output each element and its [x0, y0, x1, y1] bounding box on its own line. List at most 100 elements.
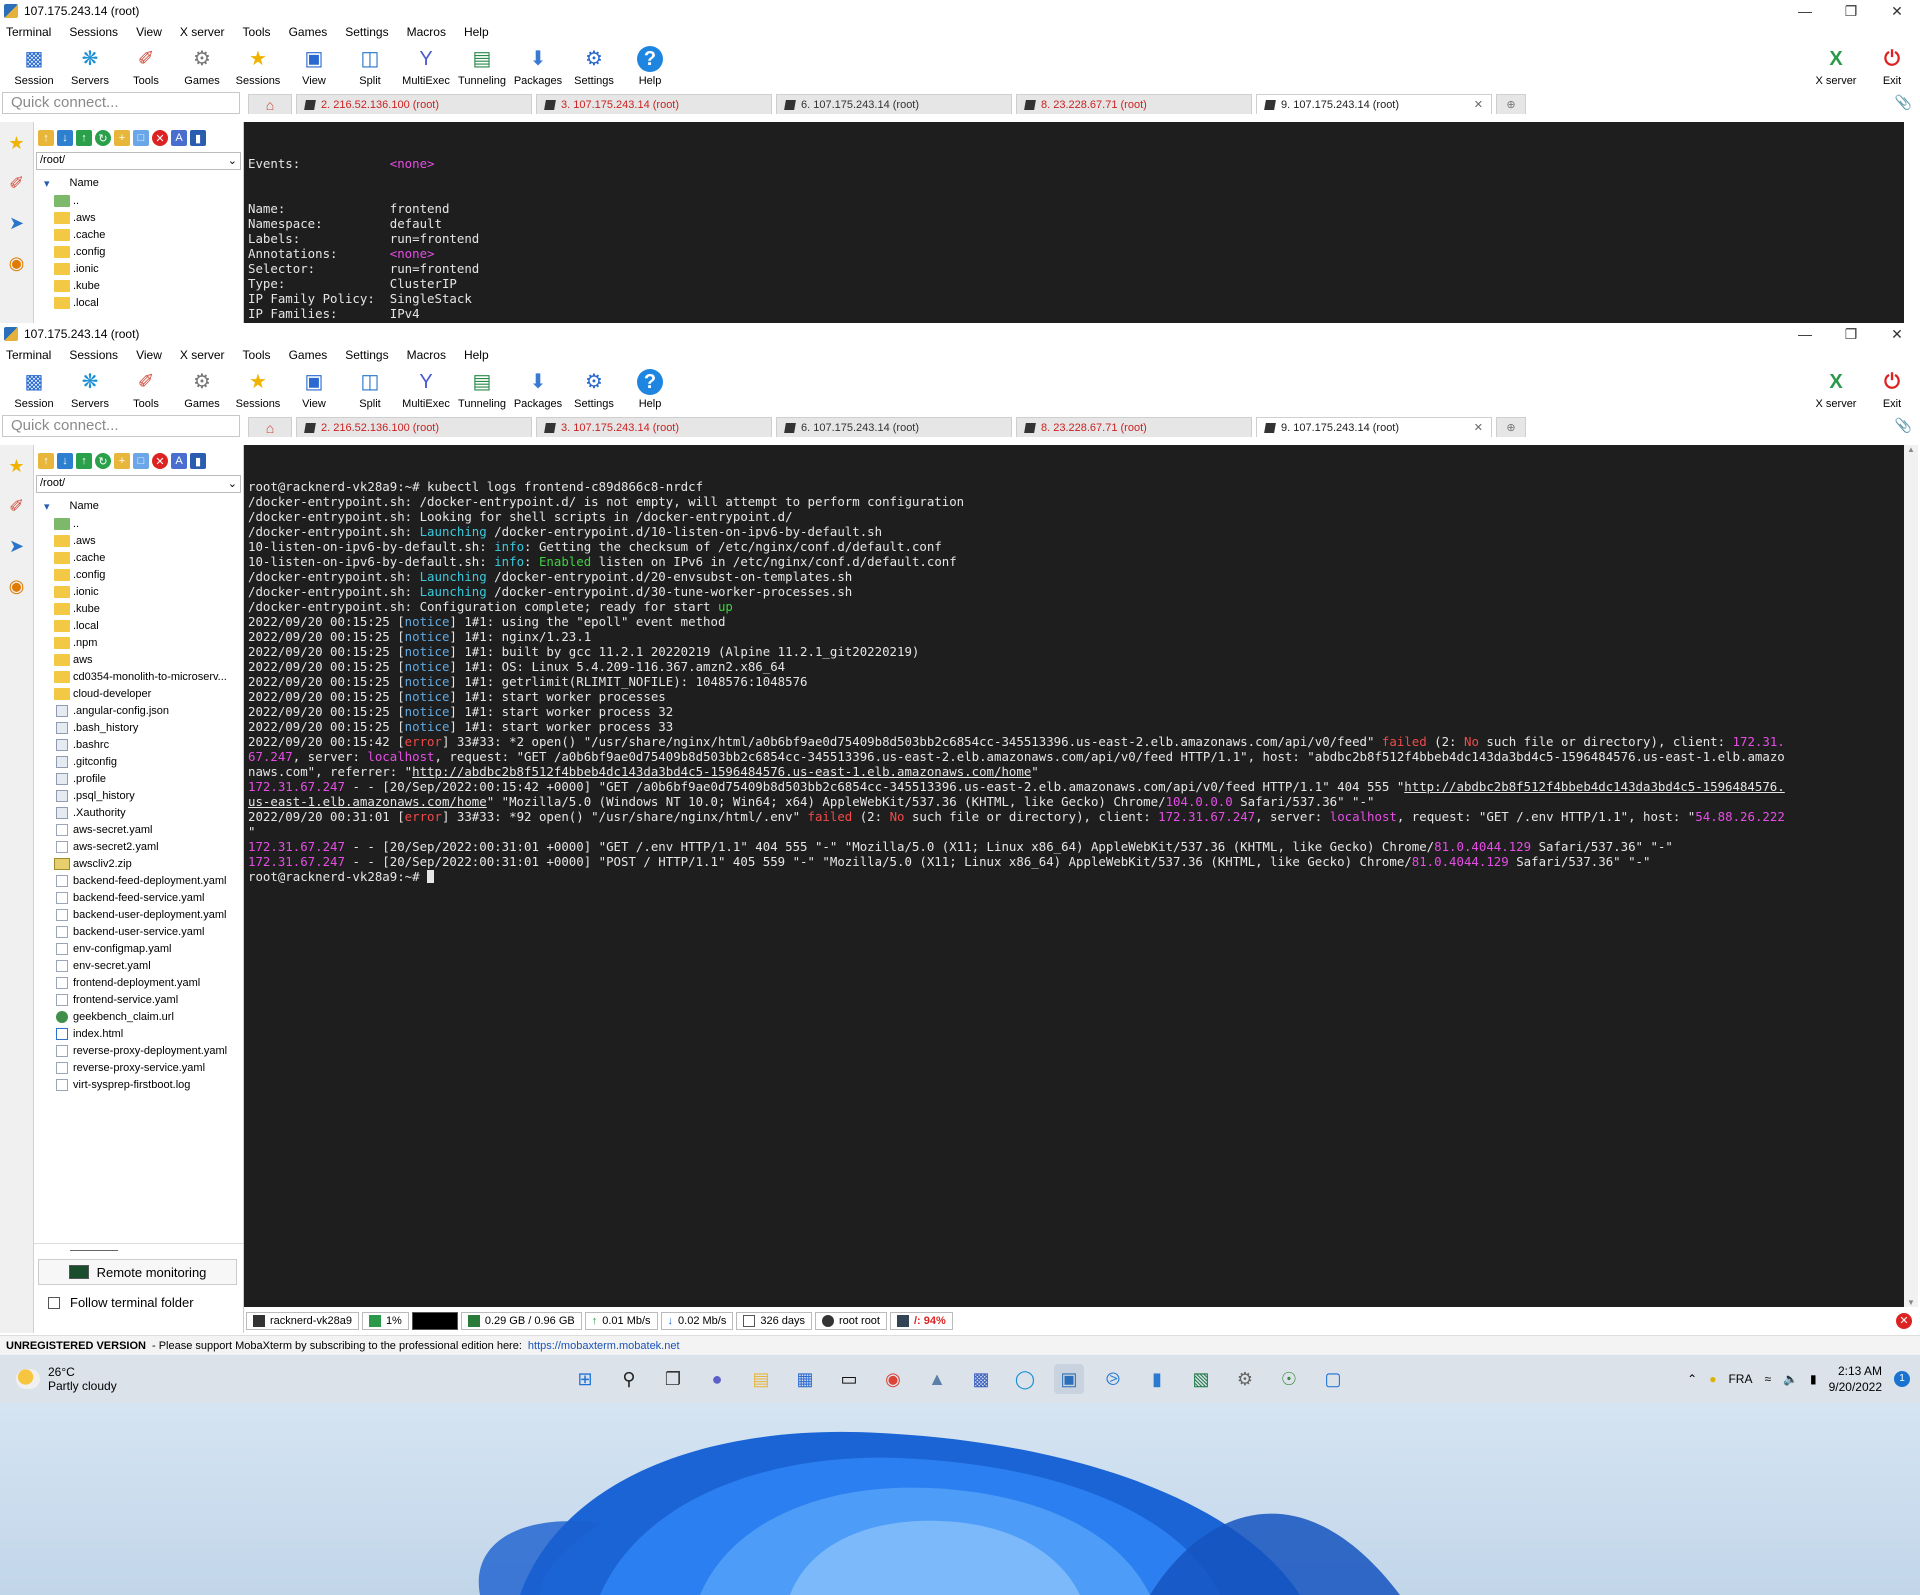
file-item[interactable]: .angular-config.json — [54, 702, 243, 719]
paperclip-icon[interactable]: 📎 — [1895, 417, 1912, 434]
new-file-icon[interactable]: □ — [133, 453, 149, 469]
paperclip-icon[interactable]: 📎 — [1895, 94, 1912, 111]
file-item[interactable]: awscliv2.zip — [54, 855, 243, 872]
menu-tools[interactable]: Tools — [243, 348, 271, 362]
terminal-scrollbar[interactable]: ▲ ▼ — [1904, 445, 1918, 1307]
send-icon[interactable]: ➤ — [4, 210, 30, 236]
download-icon[interactable]: ↓ — [57, 130, 73, 146]
remote-monitoring-button[interactable]: Remote monitoring — [38, 1259, 237, 1285]
checkbox-box[interactable] — [48, 1296, 60, 1309]
session-tab[interactable]: 3. 107.175.243.14 (root) — [536, 417, 772, 437]
minimize-button[interactable]: — — [1782, 326, 1828, 342]
permissions-icon[interactable]: ▮ — [190, 130, 206, 146]
menu-help[interactable]: Help — [464, 25, 489, 39]
file-item[interactable]: backend-feed-service.yaml — [54, 889, 243, 906]
file-item[interactable]: env-configmap.yaml — [54, 940, 243, 957]
maximize-button[interactable]: ❐ — [1828, 3, 1874, 20]
edge-icon[interactable]: ◯ — [1010, 1364, 1040, 1394]
volume-icon[interactable]: 🔈 — [1783, 1372, 1798, 1386]
rename-icon[interactable]: A — [171, 453, 187, 469]
follow-terminal-folder-checkbox[interactable]: Follow terminal folder — [48, 1295, 243, 1310]
toolbar-exit-button[interactable]: ⏻ Exit — [1864, 42, 1920, 87]
store-icon[interactable]: ▦ — [790, 1364, 820, 1394]
star-icon[interactable]: ★ — [4, 130, 30, 156]
close-tab-icon[interactable]: ✕ — [1474, 98, 1483, 111]
menu-x-server[interactable]: X server — [180, 25, 225, 39]
menu-view[interactable]: View — [136, 25, 162, 39]
menu-games[interactable]: Games — [289, 25, 328, 39]
close-button[interactable]: ✕ — [1874, 3, 1920, 20]
toolbar-x-server-button[interactable]: X X server — [1808, 365, 1864, 410]
file-item[interactable]: .profile — [54, 770, 243, 787]
menu-macros[interactable]: Macros — [407, 348, 446, 362]
sftp-icon[interactable]: ◉ — [4, 573, 30, 599]
toolbar-multiexec-button[interactable]: Y MultiExec — [398, 42, 454, 87]
file-item[interactable]: backend-feed-deployment.yaml — [54, 872, 243, 889]
new-tab-button[interactable]: ⊕ — [1496, 417, 1526, 437]
chevron-up-icon[interactable]: ⌃ — [1687, 1372, 1697, 1386]
toolbar-view-button[interactable]: ▣ View — [286, 365, 342, 410]
session-tab[interactable]: 9. 107.175.243.14 (root) ✕ — [1256, 417, 1492, 437]
chrome-icon[interactable]: ◉ — [878, 1364, 908, 1394]
file-item[interactable]: cloud-developer — [54, 685, 243, 702]
file-item[interactable]: reverse-proxy-deployment.yaml — [54, 1042, 243, 1059]
menu-settings[interactable]: Settings — [345, 25, 388, 39]
toolbar-games-button[interactable]: ⚙ Games — [174, 365, 230, 410]
toolbar-packages-button[interactable]: ⬇ Packages — [510, 42, 566, 87]
notification-badge[interactable]: 1 — [1894, 1371, 1910, 1387]
toolbar-session-button[interactable]: ▩ Session — [6, 365, 62, 410]
new-folder-icon[interactable]: + — [114, 453, 130, 469]
toolbar-settings-button[interactable]: ⚙ Settings — [566, 42, 622, 87]
file-item[interactable]: aws — [54, 651, 243, 668]
tools-icon[interactable]: ✐ — [4, 170, 30, 196]
menu-settings[interactable]: Settings — [345, 348, 388, 362]
path-input[interactable]: /root/ ⌄ — [36, 152, 241, 170]
settings-icon[interactable]: ⚙ — [1230, 1364, 1260, 1394]
menu-sessions[interactable]: Sessions — [69, 25, 118, 39]
file-item[interactable]: .gitconfig — [54, 753, 243, 770]
scroll-down-icon[interactable]: ▼ — [1904, 1298, 1918, 1307]
menu-view[interactable]: View — [136, 348, 162, 362]
file-item[interactable]: .ionic — [54, 260, 243, 277]
menu-macros[interactable]: Macros — [407, 25, 446, 39]
start-icon[interactable]: ⊞ — [570, 1364, 600, 1394]
search-icon[interactable]: ⚲ — [614, 1364, 644, 1394]
toolbar-split-button[interactable]: ◫ Split — [342, 365, 398, 410]
menu-terminal[interactable]: Terminal — [6, 348, 51, 362]
sftp-icon[interactable]: ◉ — [4, 250, 30, 276]
name-column-header[interactable]: Name — [70, 177, 99, 189]
toolbar-multiexec-button[interactable]: Y MultiExec — [398, 365, 454, 410]
file-item[interactable]: index.html — [54, 1025, 243, 1042]
new-file-icon[interactable]: □ — [133, 130, 149, 146]
star-icon[interactable]: ★ — [4, 453, 30, 479]
folder-up-icon[interactable]: ↑ — [38, 453, 54, 469]
file-item[interactable]: .config — [54, 566, 243, 583]
paint-icon[interactable]: ▢ — [1318, 1364, 1348, 1394]
session-tab[interactable]: 8. 23.228.67.71 (root) — [1016, 94, 1252, 114]
delete-icon[interactable]: ✕ — [152, 453, 168, 469]
file-item[interactable]: virt-sysprep-firstboot.log — [54, 1076, 243, 1093]
toolbar-help-button[interactable]: ? Help — [622, 365, 678, 410]
file-item[interactable]: .kube — [54, 277, 243, 294]
session-tab[interactable]: 3. 107.175.243.14 (root) — [536, 94, 772, 114]
path-input[interactable]: /root/ ⌄ — [36, 475, 241, 493]
session-tab[interactable]: 8. 23.228.67.71 (root) — [1016, 417, 1252, 437]
excel-icon[interactable]: ▧ — [1186, 1364, 1216, 1394]
tab-home[interactable]: ⌂ — [248, 417, 292, 437]
file-item[interactable]: backend-user-deployment.yaml — [54, 906, 243, 923]
toolbar-x-server-button[interactable]: X X server — [1808, 42, 1864, 87]
permissions-icon[interactable]: ▮ — [190, 453, 206, 469]
folder-up-icon[interactable]: ↑ — [38, 130, 54, 146]
menu-sessions[interactable]: Sessions — [69, 348, 118, 362]
file-item[interactable]: .cache — [54, 226, 243, 243]
file-item[interactable]: .bashrc — [54, 736, 243, 753]
vscode-icon[interactable]: ⧁ — [1098, 1364, 1128, 1394]
file-item[interactable]: .psql_history — [54, 787, 243, 804]
file-item[interactable]: reverse-proxy-service.yaml — [54, 1059, 243, 1076]
upload-icon[interactable]: ↑ — [76, 453, 92, 469]
file-item[interactable]: env-secret.yaml — [54, 957, 243, 974]
terminal-app-icon[interactable]: ▭ — [834, 1364, 864, 1394]
quick-connect-input[interactable]: Quick connect... — [2, 92, 240, 114]
menu-x-server[interactable]: X server — [180, 348, 225, 362]
rename-icon[interactable]: A — [171, 130, 187, 146]
